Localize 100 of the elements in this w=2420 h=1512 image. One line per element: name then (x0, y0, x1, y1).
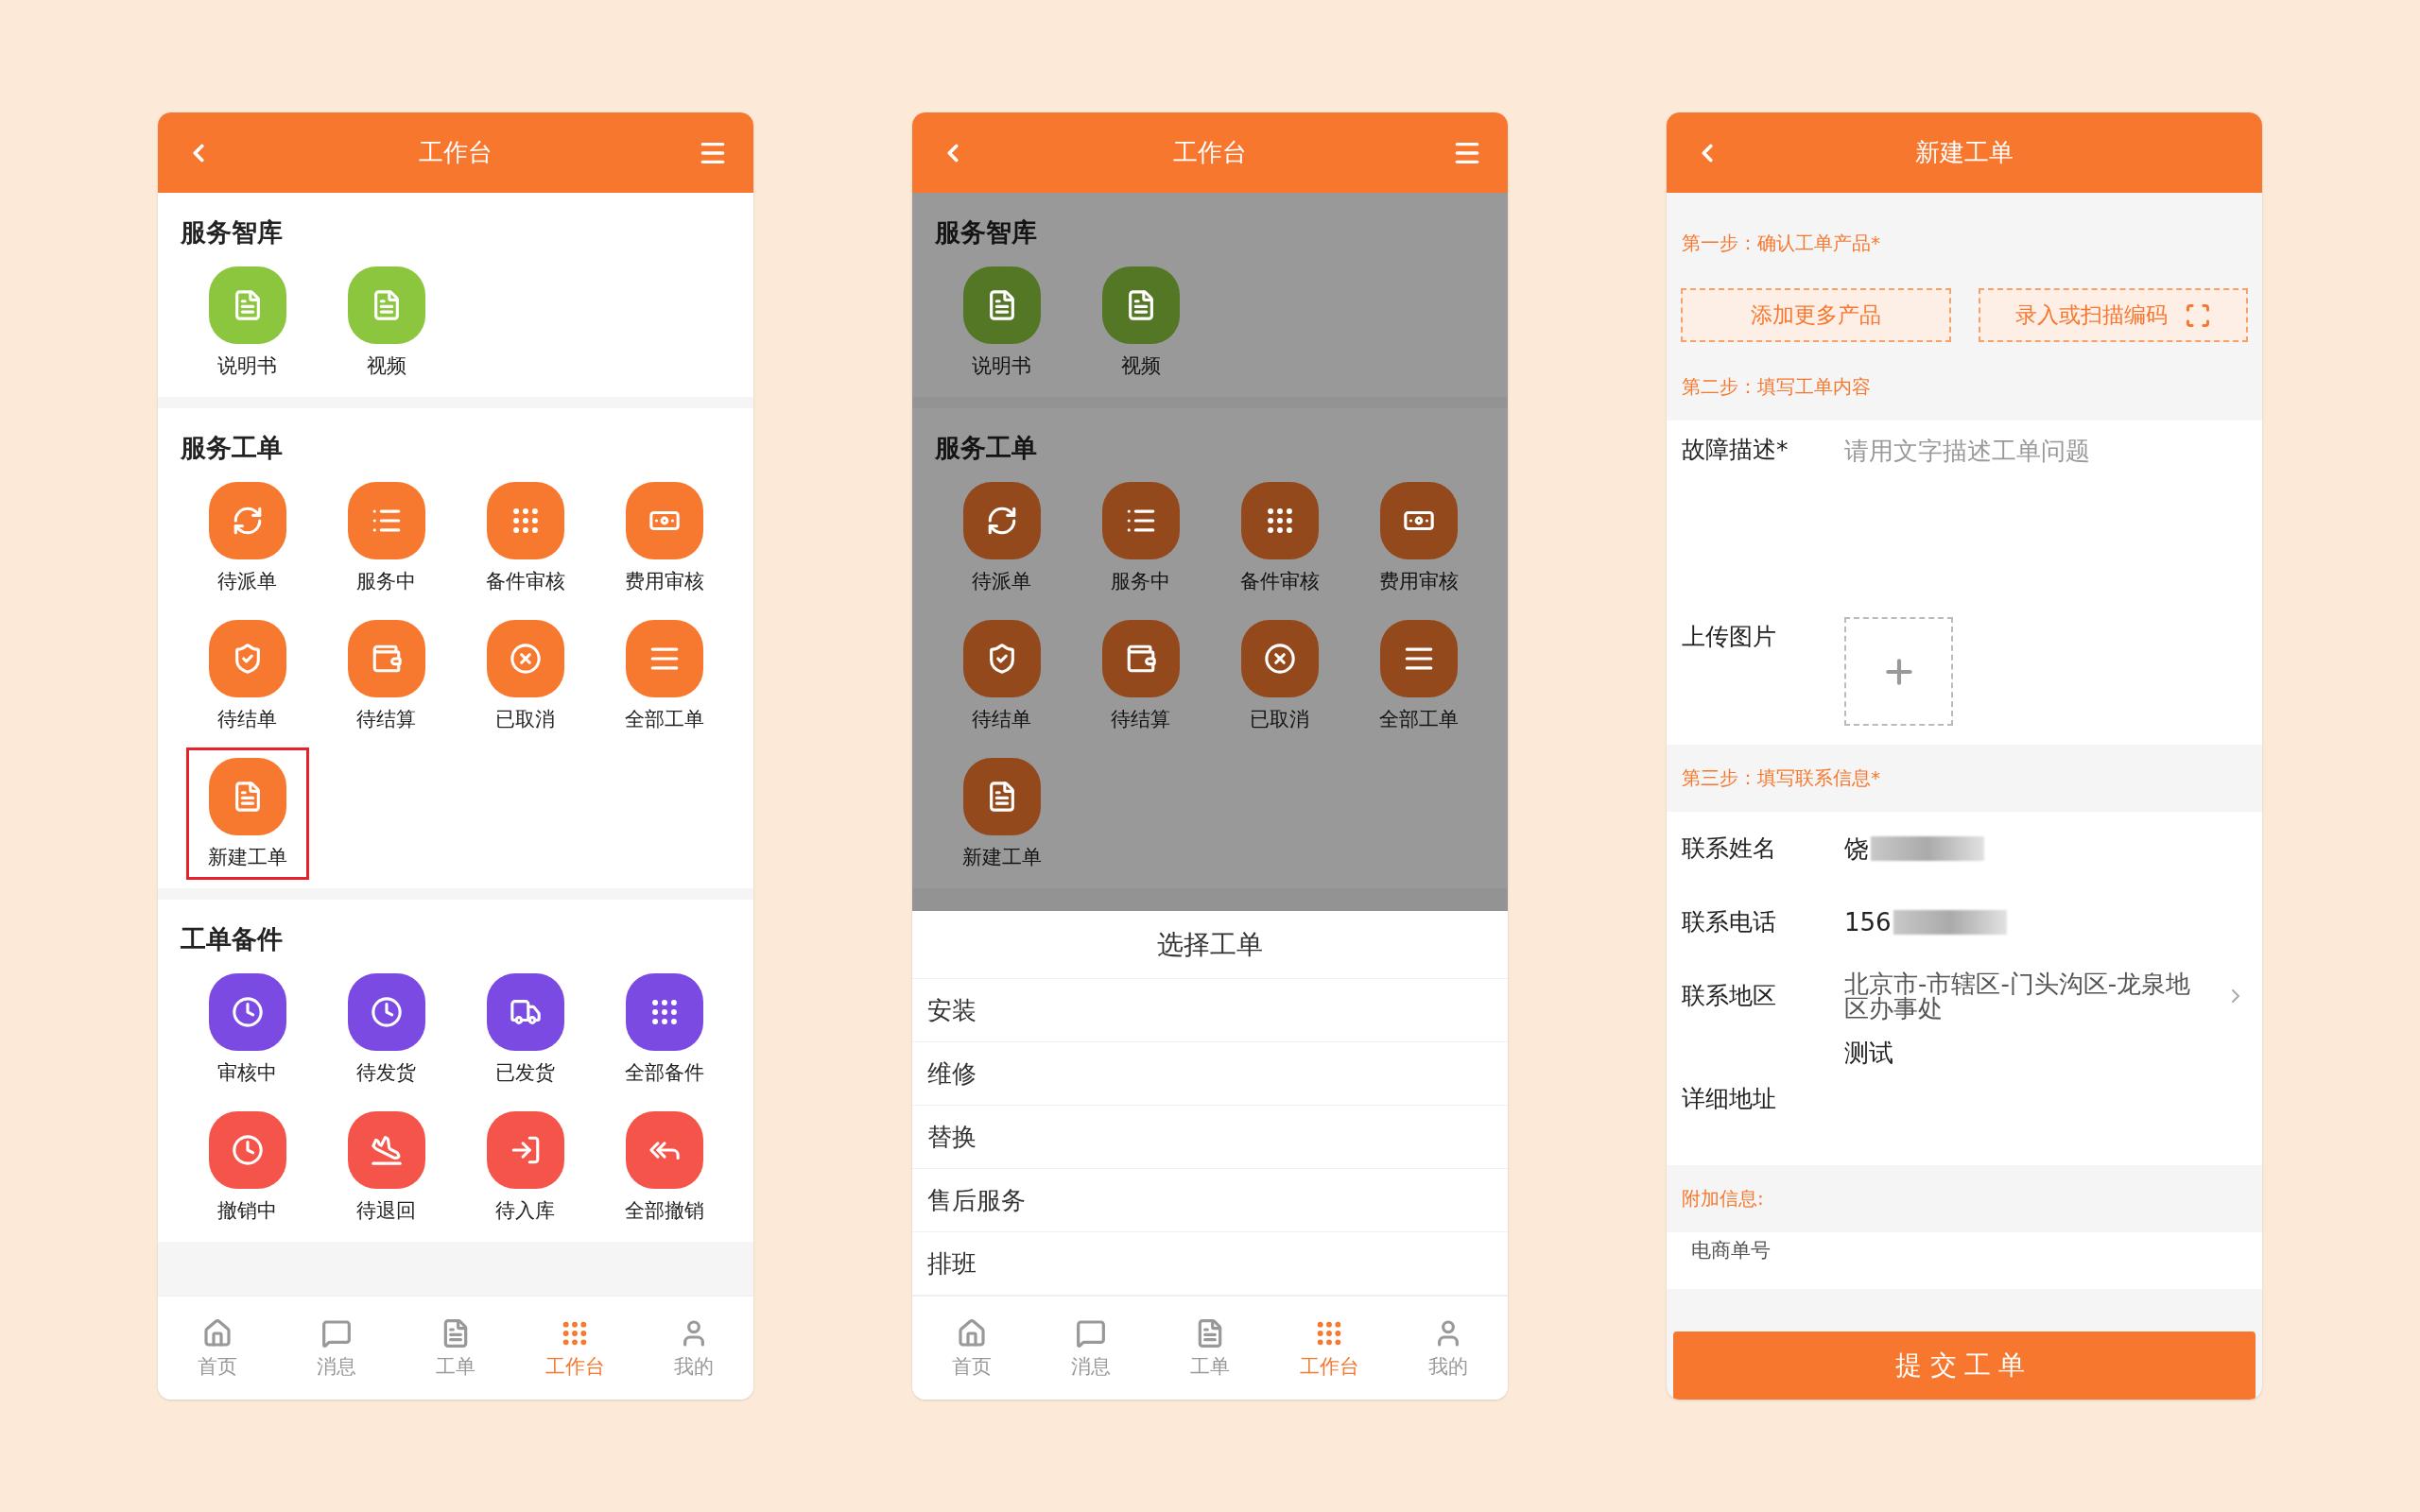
shortcut-button[interactable] (208, 620, 286, 697)
shortcut-label: 待入库 (495, 1198, 555, 1223)
tab-button[interactable]: 工单 (396, 1297, 515, 1400)
dashed-action-button[interactable]: 录入或扫描编码 (1978, 288, 2248, 342)
shortcut-button[interactable] (962, 758, 1041, 835)
cancel-icon (509, 643, 542, 675)
field-label: 上传图片 (1682, 623, 1777, 652)
shortcut-button[interactable] (1101, 482, 1180, 559)
shortcut-button[interactable] (625, 482, 703, 559)
cancel-icon (1263, 643, 1296, 675)
upload-box[interactable] (1844, 617, 1953, 726)
message-icon (321, 1317, 352, 1349)
shortcut-label: 待结单 (972, 707, 1031, 731)
shortcut-button[interactable] (347, 620, 425, 697)
home-icon (957, 1317, 987, 1349)
submit-button[interactable]: 提交工单 (1673, 1332, 2256, 1400)
shortcut-button[interactable] (1101, 620, 1180, 697)
step-heading: 附加信息: (1682, 1187, 1764, 1210)
section-title: 服务工单 (935, 433, 1037, 462)
page-title: 工作台 (1173, 137, 1247, 168)
field-label: 详细地址 (1682, 1085, 1777, 1113)
shortcut-label: 全部撤销 (624, 1198, 704, 1223)
clock-icon (231, 1134, 264, 1166)
shortcut-label: 待发货 (356, 1060, 416, 1085)
shortcut-button[interactable] (208, 482, 286, 559)
shortcut-button[interactable] (1379, 482, 1458, 559)
sheet-option[interactable]: 维修 (912, 1042, 1508, 1106)
field-label: 联系电话 (1682, 908, 1777, 936)
shortcut-button[interactable] (486, 1111, 564, 1189)
shortcut-label: 待结算 (1111, 707, 1170, 731)
shortcut-label: 待结单 (217, 707, 277, 731)
tab-button[interactable]: 工单 (1150, 1297, 1270, 1400)
shortcut-button[interactable] (1240, 482, 1319, 559)
shortcut-label: 全部工单 (1378, 707, 1459, 731)
sheet-option[interactable]: 售后服务 (912, 1169, 1508, 1232)
shortcut-label: 视频 (1120, 353, 1161, 378)
shortcut-label: 待退回 (356, 1198, 416, 1223)
shortcut-button[interactable] (962, 482, 1041, 559)
tab-button[interactable]: 首页 (912, 1297, 1031, 1400)
shortcut-button[interactable] (1101, 266, 1180, 344)
shortcut-label: 撤销中 (217, 1198, 277, 1223)
shortcut-label: 全部工单 (624, 707, 704, 731)
tab-button[interactable]: 工作台 (515, 1297, 634, 1400)
tab-button[interactable]: 我的 (1389, 1297, 1508, 1400)
home-icon (202, 1317, 233, 1349)
shortcut-label: 已取消 (495, 707, 555, 731)
field-label: 故障描述* (1682, 436, 1789, 465)
shortcut-button[interactable] (1240, 620, 1319, 697)
tab-button[interactable]: 消息 (1031, 1297, 1150, 1400)
shortcut-label: 待派单 (217, 569, 277, 593)
sheet-option[interactable]: 安装 (912, 979, 1508, 1042)
field-label: 电商单号 (1691, 1238, 1771, 1263)
shortcut-button[interactable] (625, 620, 703, 697)
shortcut-button[interactable] (208, 1111, 286, 1189)
step-heading: 第二步：填写工单内容 (1682, 375, 1871, 398)
page-title: 工作台 (419, 137, 493, 168)
shortcut-label: 说明书 (217, 353, 277, 378)
shortcut-button[interactable] (347, 973, 425, 1051)
section-title: 服务智库 (935, 217, 1037, 247)
dashed-action-button[interactable]: 添加更多产品 (1681, 288, 1951, 342)
shortcut-label: 视频 (366, 353, 406, 378)
shortcut-label: 新建工单 (207, 845, 287, 869)
shortcut-label: 待派单 (972, 569, 1031, 593)
field-value: 饶 (1844, 833, 1869, 865)
tab-button[interactable]: 消息 (277, 1297, 396, 1400)
shortcut-button[interactable] (486, 620, 564, 697)
section-title: 服务智库 (181, 217, 283, 247)
tab-button[interactable]: 我的 (634, 1297, 753, 1400)
shortcut-label: 说明书 (972, 353, 1031, 378)
shortcut-label: 已取消 (1250, 707, 1309, 731)
shortcut-button[interactable] (208, 973, 286, 1051)
section-title: 工单备件 (181, 924, 283, 954)
field-value[interactable]: 北京市-市辖区-门头沟区-龙泉地区办事处 (1844, 971, 2205, 1021)
shortcut-label: 审核中 (217, 1060, 277, 1085)
shortcut-button[interactable] (625, 1111, 703, 1189)
shortcut-label: 服务中 (356, 569, 416, 593)
shortcut-button[interactable] (962, 266, 1041, 344)
page-title: 新建工单 (1915, 137, 2014, 168)
shortcut-label: 待结算 (356, 707, 416, 731)
clock-icon (370, 996, 403, 1028)
plane-landing-icon (370, 1134, 403, 1166)
shortcut-label: 服务中 (1111, 569, 1170, 593)
sheet-title: 选择工单 (1157, 927, 1263, 962)
shortcut-button[interactable] (486, 973, 564, 1051)
shortcut-label: 费用审核 (624, 569, 704, 593)
tab-button[interactable]: 工作台 (1270, 1297, 1389, 1400)
shortcut-button[interactable] (625, 973, 703, 1051)
sheet-option[interactable]: 替换 (912, 1106, 1508, 1169)
shortcut-label: 备件审核 (485, 569, 565, 593)
shortcut-label: 全部备件 (624, 1060, 704, 1085)
shortcut-button[interactable] (962, 620, 1041, 697)
shortcut-button[interactable] (1379, 620, 1458, 697)
step-heading: 第一步：确认工单产品* (1682, 232, 1880, 254)
tab-button[interactable]: 首页 (158, 1297, 277, 1400)
shortcut-label: 新建工单 (961, 845, 1042, 869)
shortcut-button[interactable] (347, 482, 425, 559)
shortcut-button[interactable] (486, 482, 564, 559)
shortcut-button[interactable] (347, 1111, 425, 1189)
field-label: 联系地区 (1682, 982, 1777, 1010)
shortcut-button[interactable] (208, 758, 286, 835)
